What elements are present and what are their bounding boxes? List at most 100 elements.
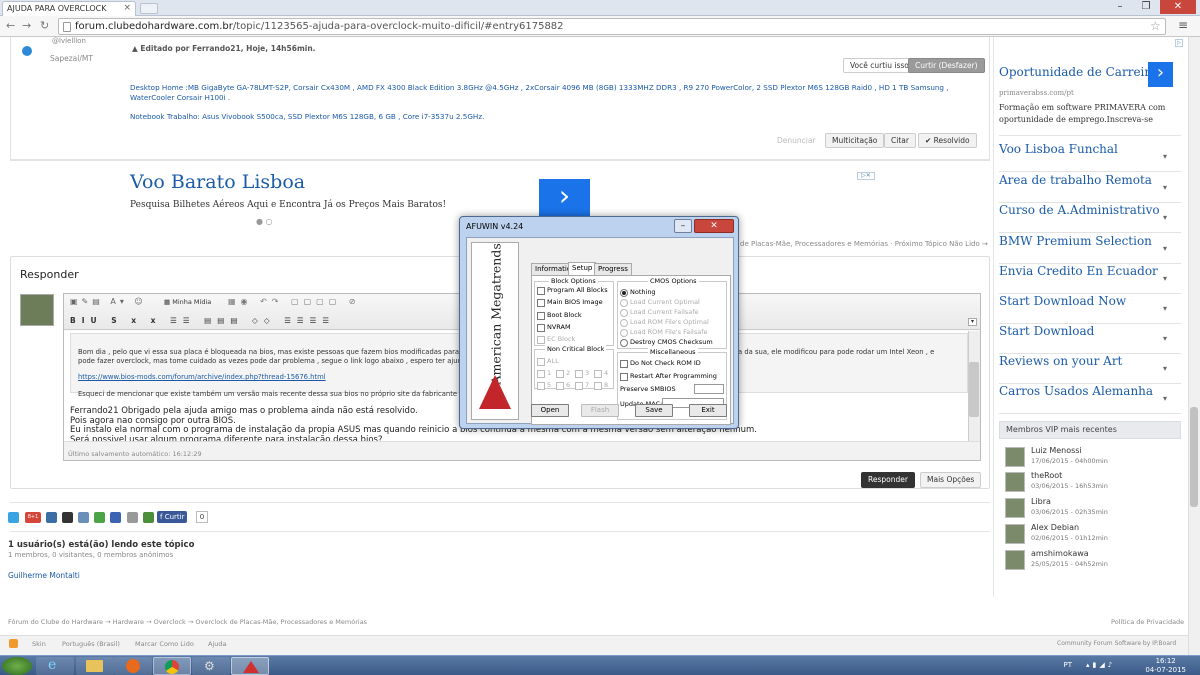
online-user-link[interactable]: Guilherme Montalti <box>8 571 80 580</box>
block-4-checkbox[interactable]: 4 <box>594 369 608 378</box>
sidebar-link-7[interactable]: Start Download ▾ <box>999 324 1181 354</box>
share-icon[interactable] <box>78 512 89 523</box>
more-options-button[interactable]: Mais Opções <box>920 472 982 488</box>
afuwin-taskbar-icon[interactable] <box>231 657 269 675</box>
block-7-checkbox[interactable]: 7 <box>575 381 589 390</box>
privacy-link[interactable]: Política de Privacidade <box>1111 618 1184 626</box>
sidebar-link-6[interactable]: Start Download Now ▾ <box>999 294 1181 324</box>
quote-link[interactable]: https://www.bios-mods.com/forum/archive/… <box>78 373 326 381</box>
browser-tab[interactable]: AJUDA PARA OVERCLOCK × <box>2 1 136 16</box>
sidebar-ad-arrow[interactable]: › <box>1148 62 1173 87</box>
afuwin-minimize-icon[interactable]: – <box>674 219 692 233</box>
sidebar-link-4[interactable]: BMW Premium Selection ▾ <box>999 234 1181 264</box>
print-icon[interactable] <box>127 512 138 523</box>
ec-block-checkbox[interactable]: EC Block <box>537 335 575 344</box>
chrome-taskbar-icon[interactable] <box>153 657 191 675</box>
block-6-checkbox[interactable]: 6 <box>556 381 570 390</box>
bookmark-star-icon[interactable]: ☆ <box>1150 19 1161 33</box>
block-8-checkbox[interactable]: 8 <box>594 381 608 390</box>
save-button[interactable]: Save <box>635 404 673 417</box>
footer-breadcrumb[interactable]: Fórum do Clube do Hardware → Hardware → … <box>8 618 367 626</box>
explorer-taskbar-icon[interactable] <box>76 657 114 675</box>
sidebar-link-9[interactable]: Carros Usados Alemanha ▾ <box>999 384 1181 414</box>
report-link[interactable]: Denunciar <box>777 136 816 145</box>
start-button[interactable] <box>2 657 32 675</box>
adchoices-icon[interactable]: ▷✕ <box>857 172 875 180</box>
back-arrow-icon[interactable]: ← <box>6 19 15 32</box>
tab-close-icon[interactable]: × <box>123 3 131 13</box>
editor-toolbar-row1[interactable]: ▣✎▤ A▾ ☺ <box>70 297 147 306</box>
cmos-destroy-checksum-radio[interactable]: Destroy CMOS Checksum <box>620 338 713 347</box>
language-link[interactable]: Português (Brasil) <box>62 640 120 648</box>
clock[interactable]: 16:12 04-07-2015 <box>1145 657 1186 675</box>
sidebar-ad-source[interactable]: primaverabss.com/pt <box>999 89 1074 97</box>
editor-toolbar-row1b[interactable]: ▦◉ ↶↷ ▢▢▢▢ ⊘ <box>228 297 361 306</box>
minimize-icon[interactable]: – <box>1108 0 1132 14</box>
maximize-icon[interactable]: ❐ <box>1134 0 1158 14</box>
new-tab-button[interactable] <box>140 3 158 14</box>
tool-taskbar-icon[interactable]: ⚙ <box>192 657 230 675</box>
rss-icon[interactable] <box>9 639 18 648</box>
do-not-check-rom-id-checkbox[interactable]: Do Not Check ROM ID <box>620 359 701 368</box>
ad-arrow-button[interactable]: › <box>539 179 590 217</box>
vip-member[interactable]: amshimokawa 25/05/2015 - 04h52min <box>1005 549 1175 571</box>
exit-button[interactable]: Exit <box>689 404 727 417</box>
editor-scrollbar-thumb[interactable] <box>969 362 979 417</box>
block-2-checkbox[interactable]: 2 <box>556 369 570 378</box>
media-taskbar-icon[interactable] <box>114 657 152 675</box>
cmos-load-rom-optimal-radio[interactable]: Load ROM File's Optimal <box>620 318 709 327</box>
facebook-like-button[interactable]: f Curtir <box>157 511 188 523</box>
cmos-load-current-failsafe-radio[interactable]: Load Current Failsafe <box>620 308 699 317</box>
sidebar-link-1[interactable]: Voo Lisboa Funchal ▾ <box>999 142 1181 172</box>
cmos-load-current-optimal-radio[interactable]: Load Current Optimal <box>620 298 700 307</box>
flash-button[interactable]: Flash <box>581 404 619 417</box>
cmos-load-rom-failsafe-radio[interactable]: Load ROM File's Failsafe <box>620 328 707 337</box>
next-topic-link[interactable]: de Placas-Mãe, Processadores e Memórias … <box>740 240 988 248</box>
unlike-button[interactable]: Curtir (Desfazer) <box>908 58 985 73</box>
preserve-smbios-field[interactable] <box>694 384 724 394</box>
cmos-nothing-radio[interactable]: Nothing <box>620 288 656 297</box>
carousel-dots[interactable]: ● ○ <box>256 217 273 226</box>
sidebar-link-5[interactable]: Envia Credito En Ecuador ▾ <box>999 264 1181 294</box>
boot-block-checkbox[interactable]: Boot Block <box>537 311 582 320</box>
restart-after-programming-checkbox[interactable]: Restart After Programming <box>620 372 717 381</box>
vip-member[interactable]: Luiz Menossi 17/06/2015 - 04h00min <box>1005 446 1175 468</box>
twitter-icon[interactable] <box>8 512 19 523</box>
skin-link[interactable]: Skin <box>32 640 46 648</box>
all-checkbox[interactable]: ALL <box>537 357 559 366</box>
sidebar-ad-title[interactable]: Oportunidade de Carreira <box>999 65 1157 79</box>
sidebar-link-2[interactable]: Area de trabalho Remota ▾ <box>999 173 1181 203</box>
vip-member[interactable]: Alex Debian 02/06/2015 - 01h12min <box>1005 523 1175 545</box>
share-icon[interactable] <box>46 512 57 523</box>
collapse-icon[interactable]: ▾ <box>968 318 977 326</box>
page-scrollbar[interactable] <box>1188 37 1200 655</box>
mark-read-link[interactable]: Marcar Como Lido <box>135 640 194 648</box>
my-media-button[interactable]: ▦ Minha Mídia <box>164 298 211 306</box>
open-button[interactable]: Open <box>531 404 569 417</box>
help-link[interactable]: Ajuda <box>208 640 226 648</box>
forward-arrow-icon[interactable]: → <box>22 19 31 32</box>
share-icon[interactable] <box>110 512 121 523</box>
vip-member[interactable]: Libra 03/06/2015 - 02h35min <box>1005 497 1175 519</box>
ie-taskbar-icon[interactable]: e <box>36 657 74 675</box>
window-close-icon[interactable]: ✕ <box>1160 0 1196 14</box>
nvram-checkbox[interactable]: NVRAM <box>537 323 571 332</box>
sidebar-link-3[interactable]: Curso de A.Administrativo ▾ <box>999 203 1181 233</box>
browser-menu-icon[interactable]: ≡ <box>1178 18 1188 32</box>
program-all-blocks-checkbox[interactable]: Program All Blocks <box>537 286 608 295</box>
submit-reply-button[interactable]: Responder <box>861 472 915 488</box>
tray-icons[interactable]: ▴▮◢♪ <box>1086 661 1115 669</box>
multiquote-button[interactable]: Multicitação <box>825 133 885 148</box>
tab-progress[interactable]: Progress <box>594 263 632 275</box>
delicious-icon[interactable] <box>62 512 73 523</box>
block-1-checkbox[interactable]: 1 <box>537 369 551 378</box>
tab-setup[interactable]: Setup <box>568 262 597 276</box>
page-scrollbar-thumb[interactable] <box>1190 407 1198 507</box>
adchoices-icon[interactable]: ▷ <box>1175 39 1183 47</box>
reload-icon[interactable]: ↻ <box>40 19 49 32</box>
main-bios-image-checkbox[interactable]: Main BIOS Image <box>537 298 603 307</box>
sidebar-link-8[interactable]: Reviews on your Art ▾ <box>999 354 1181 384</box>
solved-button[interactable]: ✔ Resolvido <box>918 133 977 148</box>
ad-title[interactable]: Voo Barato Lisboa <box>130 171 305 193</box>
share-icon[interactable] <box>94 512 105 523</box>
